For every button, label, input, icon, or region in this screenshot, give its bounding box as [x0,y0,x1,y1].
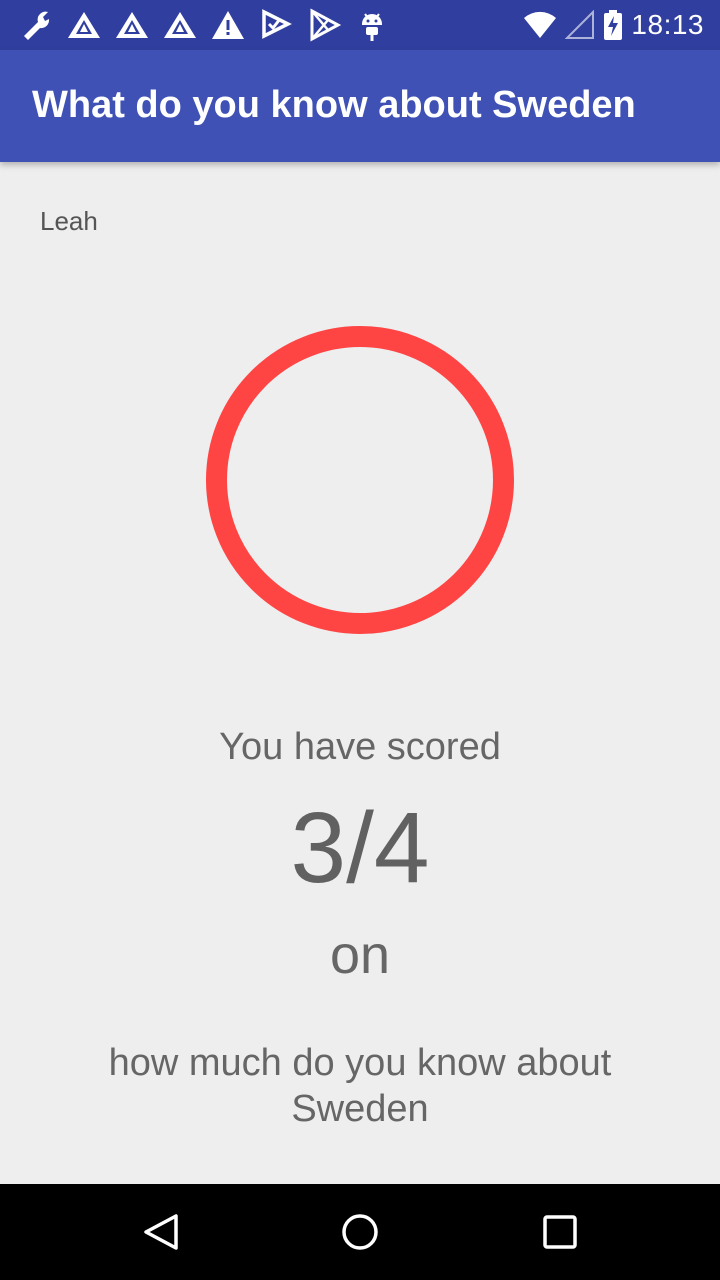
clock: 18:13 [631,9,704,40]
quiz-name: how much do you know about Sweden [108,1042,612,1130]
notification-icons [18,8,390,42]
home-icon[interactable] [340,1212,380,1252]
page-title: What do you know about Sweden [32,84,636,126]
wifi-icon [524,11,557,39]
warning-icon [212,11,244,39]
ring-graphic [206,326,514,634]
navigation-bar [0,1184,720,1280]
play-store-icon [310,8,342,42]
score-label: You have scored [219,726,501,768]
score-value: 3/4 [290,792,430,904]
user-name: Leah [40,206,98,236]
cell-signal-icon [565,10,595,39]
triangle-logo-icon [116,12,148,38]
android-icon [362,13,382,41]
triangle-logo-icon [164,12,196,38]
app-bar: What do you know about Sweden [0,50,720,162]
system-icons: 18:13 [523,8,704,42]
back-icon[interactable] [140,1212,180,1252]
status-bar: 18:13 [0,0,720,50]
recents-icon[interactable] [540,1212,580,1252]
wrench-icon [24,11,50,40]
triangle-logo-icon [68,12,100,38]
on-label: on [329,925,391,985]
check-flag-icon [262,9,292,39]
score-ring [206,326,514,634]
battery-charging-icon [604,10,623,40]
